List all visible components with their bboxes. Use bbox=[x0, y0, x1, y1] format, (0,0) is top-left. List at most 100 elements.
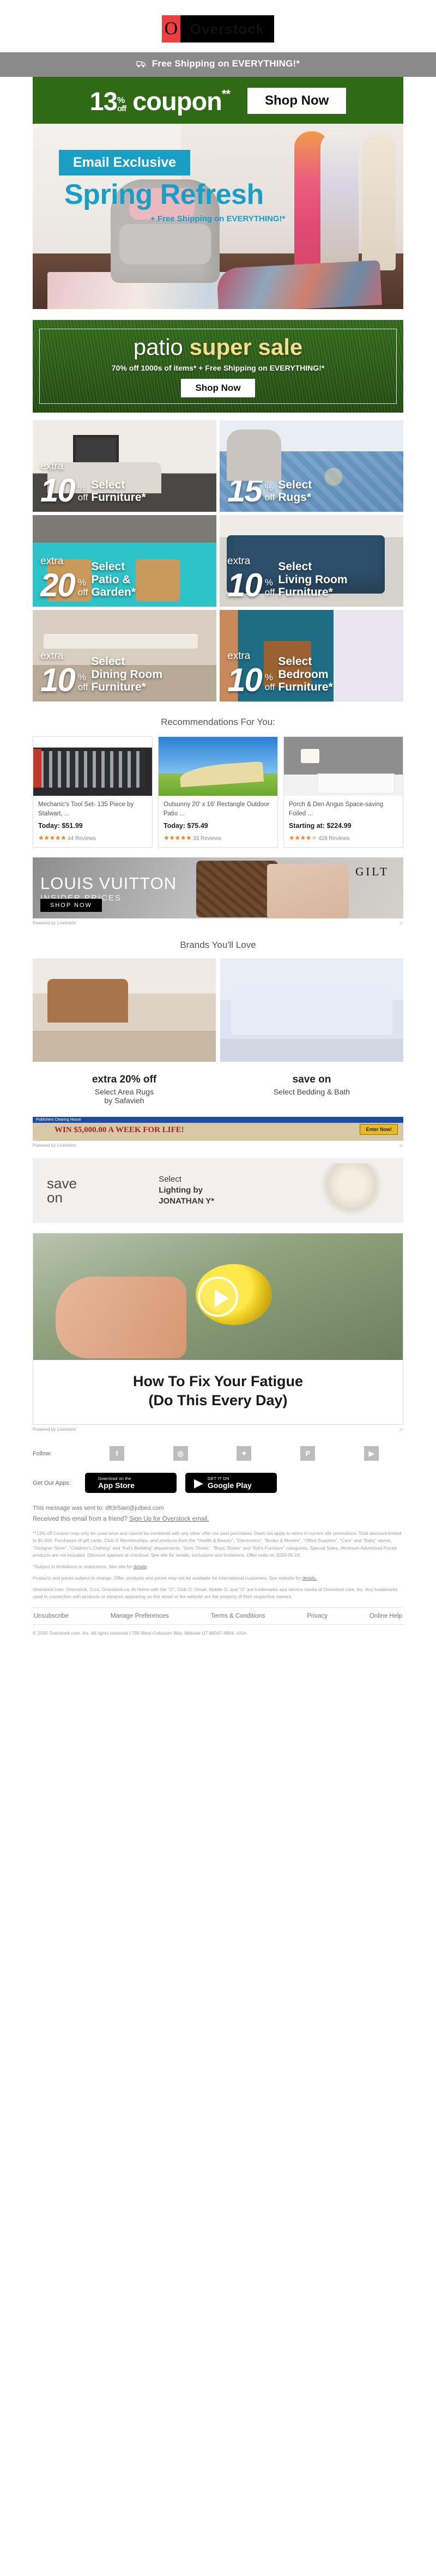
legal-pricing: Products and prices subject to change. O… bbox=[33, 1575, 403, 1582]
brand-card-rugs[interactable] bbox=[33, 958, 216, 1062]
brand-headline: save on bbox=[292, 1074, 331, 1085]
tile-furniture[interactable]: extra 10 % off Select Furniture* bbox=[33, 420, 216, 512]
jy-line3: JONATHAN Y* bbox=[159, 1196, 215, 1206]
gilt-ad[interactable]: LOUIS VUITTON INSIDER PRICES GILT SHOP N… bbox=[33, 857, 403, 918]
product-rating: ★★★★★ 33 Reviews bbox=[164, 834, 272, 842]
handbag-image bbox=[267, 864, 349, 918]
pch-ad[interactable]: Publishers Clearing House WIN $5,000.00 … bbox=[33, 1117, 403, 1141]
jonathan-y-section: save on Select Lighting by JONATHAN Y* bbox=[33, 1148, 403, 1223]
jy-line2: Lighting by bbox=[159, 1185, 203, 1195]
tile-dining-room[interactable]: extra 10 % off Select Dining Room Furniture… bbox=[33, 610, 216, 702]
apps-row: Get Our Apps: Download on the App Store … bbox=[33, 1461, 403, 1493]
tile-discount-number: 10 bbox=[227, 567, 263, 603]
app-store-button[interactable]: Download on the App Store bbox=[85, 1473, 177, 1493]
tile-label: Select Patio & Garden* bbox=[91, 560, 136, 599]
hero-subtitle: + Free Shipping on EVERYTHING!* bbox=[150, 214, 286, 223]
pinterest-icon[interactable]: P bbox=[300, 1446, 316, 1461]
adchoices-icon[interactable]: ▷ bbox=[400, 1143, 403, 1148]
coupon-text: 13% off coupon** bbox=[90, 86, 231, 116]
coupon-banner[interactable]: 13% off coupon** Shop Now bbox=[33, 77, 403, 124]
brand-image bbox=[220, 958, 403, 1062]
coupon-word: coupon bbox=[132, 86, 222, 116]
terms-conditions-link[interactable]: Terms & Conditions bbox=[211, 1613, 265, 1619]
tile-discount-number: 20 bbox=[40, 567, 76, 603]
brand-sub: Select Bedding & Bath bbox=[273, 1087, 350, 1096]
video-ad[interactable]: How To Fix Your Fatigue (Do This Every D… bbox=[33, 1233, 403, 1425]
friend-signup-row: Received this email from a friend? Sign … bbox=[33, 1511, 403, 1522]
jy-on-label: on bbox=[47, 1189, 63, 1206]
tile-label: Select Dining Room Furniture* bbox=[91, 655, 162, 694]
apps-label: Get Our Apps: bbox=[33, 1479, 71, 1486]
tile-discount-number: 10 bbox=[40, 662, 76, 698]
youtube-icon[interactable]: ▶ bbox=[364, 1446, 379, 1461]
adchoices-icon[interactable]: ▷ bbox=[400, 1427, 403, 1432]
hero-banner[interactable]: Email Exclusive Spring Refresh + Free Sh… bbox=[33, 124, 403, 309]
powered-by-label: Powered by bbox=[33, 921, 56, 926]
coupon-shop-now-button[interactable]: Shop Now bbox=[247, 88, 347, 114]
signup-link[interactable]: Sign Up for Overstock email. bbox=[129, 1516, 209, 1522]
product-title: Outsunny 20' x 16' Rectangle Outdoor Pat… bbox=[164, 801, 270, 817]
tile-percent-off: % off bbox=[264, 672, 275, 693]
legal-limitations: *Subject to limitations or restrictions.… bbox=[33, 1563, 403, 1570]
star-empty-icon: ★ bbox=[311, 834, 317, 842]
website-details-link[interactable]: details. bbox=[302, 1575, 317, 1581]
truck-icon bbox=[136, 60, 146, 71]
star-half-icon: ★ bbox=[60, 834, 66, 842]
free-shipping-text: Free Shipping on EVERYTHING!* bbox=[152, 58, 300, 69]
lamp-image bbox=[322, 1163, 382, 1218]
tile-label: Select Furniture* bbox=[91, 478, 146, 504]
product-price: Starting at: $224.99 bbox=[289, 822, 352, 830]
overstock-logo[interactable]: O Overstock bbox=[161, 15, 275, 43]
tile-living-room[interactable]: extra 10 % off Select Living Room Furniture… bbox=[220, 515, 403, 607]
manage-preferences-link[interactable]: Manage Preferences bbox=[111, 1613, 169, 1619]
tile-patio-garden[interactable]: extra 20 % off Select Patio & Garden* bbox=[33, 515, 216, 607]
play-icon[interactable] bbox=[198, 1277, 238, 1317]
legal-trademarks: Overstock.com, Overstock, O.co, Overstoc… bbox=[33, 1587, 398, 1600]
app-store-name: App Store bbox=[98, 1481, 135, 1490]
product-card[interactable]: Outsunny 20' x 16' Rectangle Outdoor Pat… bbox=[158, 736, 278, 848]
patio-shop-now-button[interactable]: Shop Now bbox=[181, 379, 255, 398]
category-tile-grid: extra 10 %off SelectFurniture* extra 15 … bbox=[33, 413, 403, 702]
online-help-link[interactable]: Online Help bbox=[370, 1613, 402, 1619]
facebook-icon[interactable]: f bbox=[109, 1446, 124, 1461]
tile-percent-off: % off bbox=[77, 672, 88, 693]
google-play-button[interactable]: ▶ GET IT ON Google Play bbox=[185, 1473, 277, 1493]
product-price: Today: $75.49 bbox=[164, 822, 208, 830]
tile-bedroom[interactable]: extra 10 % off Select Bedroom Furniture* bbox=[220, 610, 403, 702]
adchoices-icon[interactable]: ▷ bbox=[400, 921, 403, 926]
powered-by-label: Powered by bbox=[33, 1143, 56, 1148]
jy-text-block: Select Lighting by JONATHAN Y* bbox=[159, 1174, 214, 1207]
instagram-icon[interactable]: ◎ bbox=[173, 1446, 188, 1461]
product-card[interactable]: Mechanic's Tool Set- 135 Piece by Stalwa… bbox=[33, 736, 153, 848]
powered-by-name: LiveIntent bbox=[57, 921, 76, 926]
gilt-shop-now-button[interactable]: SHOP NOW bbox=[40, 899, 102, 912]
video-thumbnail[interactable] bbox=[33, 1233, 403, 1360]
pch-ad-attribution: Powered by LiveIntent ▷ bbox=[33, 1141, 403, 1148]
privacy-link[interactable]: Privacy bbox=[307, 1613, 328, 1619]
review-count: 33 Reviews bbox=[193, 836, 221, 842]
jonathan-y-ad[interactable]: save on Select Lighting by JONATHAN Y* bbox=[33, 1158, 403, 1223]
patio-banner[interactable]: patio super sale 70% off 1000s of items*… bbox=[33, 320, 403, 413]
hero-title: Spring Refresh bbox=[64, 179, 264, 210]
details-link[interactable]: details bbox=[134, 1564, 147, 1569]
stars-filled-icon: ★★★★ bbox=[289, 834, 312, 842]
logo-wordmark: Overstock bbox=[180, 15, 275, 43]
pch-enter-now-button[interactable]: Enter Now! bbox=[360, 1124, 398, 1135]
brand-image bbox=[33, 958, 216, 1062]
free-shipping-bar[interactable]: Free Shipping on EVERYTHING!* bbox=[0, 52, 436, 77]
review-count: 428 Reviews bbox=[318, 836, 350, 842]
powered-by-label: Powered by bbox=[33, 1427, 56, 1432]
recipient-message: This message was sent to: dft3r5ael@julb… bbox=[33, 1505, 164, 1512]
tile-rugs[interactable]: extra 15 %off SelectRugs* bbox=[220, 420, 403, 512]
unsubscribe-link[interactable]: Unsubscribe bbox=[34, 1613, 69, 1619]
brand-card-bedding[interactable] bbox=[220, 958, 403, 1062]
legal-text: **13% off Coupon may only be used once a… bbox=[33, 1522, 403, 1600]
product-card[interactable]: Porch & Den Angus Space-saving Foiled ..… bbox=[283, 736, 403, 848]
patio-title-thin: patio bbox=[133, 334, 183, 360]
social-links: f ◎ ✦ P ▶ bbox=[85, 1446, 403, 1461]
gilt-ad-brand: LOUIS VUITTON bbox=[40, 874, 177, 893]
recommendations-grid: Mechanic's Tool Set- 135 Piece by Stalwa… bbox=[33, 736, 403, 848]
tile-percent-off: % off bbox=[264, 577, 275, 598]
tile-label: Select Rugs* bbox=[278, 478, 312, 504]
twitter-icon[interactable]: ✦ bbox=[237, 1446, 252, 1461]
